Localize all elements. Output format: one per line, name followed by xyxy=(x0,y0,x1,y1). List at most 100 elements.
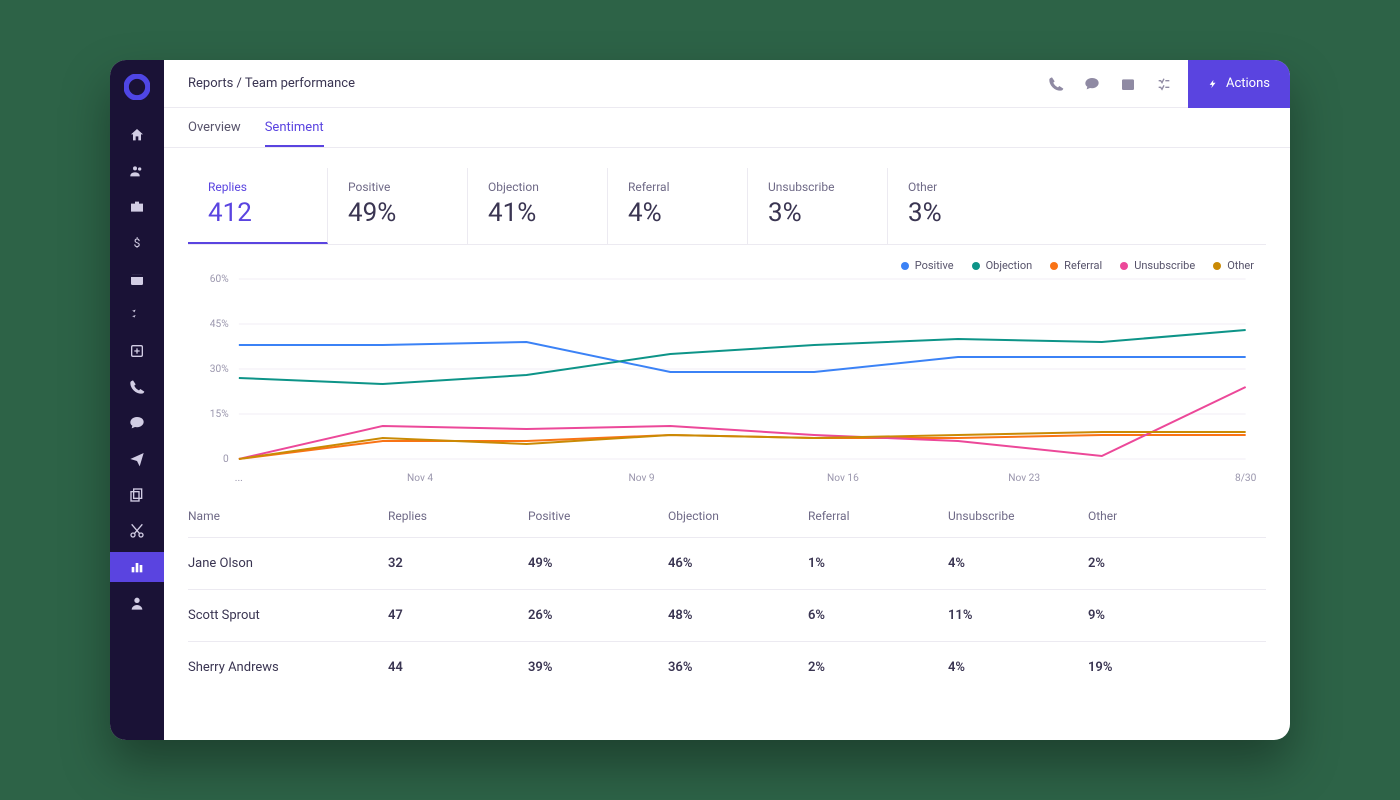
legend-other: Other xyxy=(1213,259,1254,272)
nav-send-icon[interactable] xyxy=(110,444,164,474)
sentiment-chart: Positive Objection Referral Unsubscribe … xyxy=(188,259,1266,489)
nav-phone-icon[interactable] xyxy=(110,372,164,402)
table-row[interactable]: Jane Olson3249%46%1%4%2% xyxy=(188,537,1266,589)
th-other: Other xyxy=(1088,509,1208,523)
nav-dollar-icon[interactable]: $ xyxy=(110,228,164,258)
actions-button[interactable]: Actions xyxy=(1188,60,1290,108)
cell-objection: 46% xyxy=(668,556,808,571)
dot-icon xyxy=(901,262,909,270)
cell-name: Sherry Andrews xyxy=(188,660,388,675)
legend-label: Other xyxy=(1227,259,1254,272)
nav-copy-icon[interactable] xyxy=(110,480,164,510)
stat-card-objection[interactable]: Objection 41% xyxy=(468,168,608,244)
stat-card-positive[interactable]: Positive 49% xyxy=(328,168,468,244)
th-unsubscribe: Unsubscribe xyxy=(948,509,1088,523)
tab-overview[interactable]: Overview xyxy=(188,120,241,147)
cell-unsubscribe: 4% xyxy=(948,556,1088,571)
cell-positive: 26% xyxy=(528,608,668,623)
nav-chat-icon[interactable] xyxy=(110,408,164,438)
cell-unsubscribe: 4% xyxy=(948,660,1088,675)
stat-card-unsubscribe[interactable]: Unsubscribe 3% xyxy=(748,168,888,244)
nav-add-icon[interactable] xyxy=(110,336,164,366)
legend-positive: Positive xyxy=(901,259,954,272)
cell-name: Scott Sprout xyxy=(188,608,388,623)
dot-icon xyxy=(1120,262,1128,270)
stat-label: Objection xyxy=(488,180,579,194)
stat-card-referral[interactable]: Referral 4% xyxy=(608,168,748,244)
legend-objection: Objection xyxy=(972,259,1033,272)
legend-label: Referral xyxy=(1064,259,1102,272)
chat-icon[interactable] xyxy=(1084,76,1100,92)
cell-replies: 47 xyxy=(388,608,528,623)
nav-tasks-icon[interactable] xyxy=(110,300,164,330)
cell-objection: 48% xyxy=(668,608,808,623)
cell-objection: 36% xyxy=(668,660,808,675)
svg-text:Nov 9: Nov 9 xyxy=(629,473,655,484)
cell-referral: 1% xyxy=(808,556,948,571)
th-referral: Referral xyxy=(808,509,948,523)
svg-text:Nov 16: Nov 16 xyxy=(827,473,859,484)
chart-svg: 015%30%45%60%...Nov 4Nov 9Nov 16Nov 238/… xyxy=(188,259,1266,489)
chart-legend: Positive Objection Referral Unsubscribe … xyxy=(901,259,1254,272)
app-frame: $ Reports / Team performance Actions xyxy=(110,60,1290,740)
stat-label: Unsubscribe xyxy=(768,180,859,194)
nav-people-icon[interactable] xyxy=(110,156,164,186)
cell-unsubscribe: 11% xyxy=(948,608,1088,623)
sidebar: $ xyxy=(110,60,164,740)
nav-briefcase-icon[interactable] xyxy=(110,192,164,222)
nav-cut-icon[interactable] xyxy=(110,516,164,546)
th-name: Name xyxy=(188,509,388,523)
table-header: Name Replies Positive Objection Referral… xyxy=(188,495,1266,537)
svg-text:Nov 4: Nov 4 xyxy=(407,473,433,484)
topbar-icons xyxy=(1048,76,1188,92)
legend-unsubscribe: Unsubscribe xyxy=(1120,259,1195,272)
legend-label: Positive xyxy=(915,259,954,272)
th-positive: Positive xyxy=(528,509,668,523)
bolt-icon xyxy=(1208,77,1218,91)
stat-card-other[interactable]: Other 3% xyxy=(888,168,1028,244)
stat-label: Replies xyxy=(208,180,299,194)
stat-value: 3% xyxy=(908,198,1000,228)
stat-cards: Replies 412 Positive 49% Objection 41% R… xyxy=(188,168,1266,245)
legend-label: Unsubscribe xyxy=(1134,259,1195,272)
legend-referral: Referral xyxy=(1050,259,1102,272)
svg-text:8/30: 8/30 xyxy=(1235,473,1257,484)
svg-text:60%: 60% xyxy=(210,274,229,285)
team-table: Name Replies Positive Objection Referral… xyxy=(188,495,1266,693)
svg-text:0: 0 xyxy=(223,454,229,465)
calendar-icon[interactable] xyxy=(1120,76,1136,92)
nav-calendar-icon[interactable] xyxy=(110,264,164,294)
app-logo xyxy=(124,74,150,100)
cell-positive: 49% xyxy=(528,556,668,571)
cell-referral: 2% xyxy=(808,660,948,675)
legend-label: Objection xyxy=(986,259,1033,272)
actions-label: Actions xyxy=(1226,76,1270,91)
svg-text:...: ... xyxy=(235,473,243,484)
stat-label: Other xyxy=(908,180,1000,194)
stat-value: 412 xyxy=(208,198,299,228)
table-row[interactable]: Sherry Andrews4439%36%2%4%19% xyxy=(188,641,1266,693)
cell-replies: 44 xyxy=(388,660,528,675)
stat-value: 49% xyxy=(348,198,439,228)
phone-icon[interactable] xyxy=(1048,76,1064,92)
svg-text:Nov 23: Nov 23 xyxy=(1008,473,1040,484)
content: Replies 412 Positive 49% Objection 41% R… xyxy=(164,148,1290,693)
stat-card-replies[interactable]: Replies 412 xyxy=(188,168,328,244)
dot-icon xyxy=(1050,262,1058,270)
stat-value: 41% xyxy=(488,198,579,228)
nav-profile-icon[interactable] xyxy=(110,588,164,618)
th-replies: Replies xyxy=(388,509,528,523)
stat-value: 4% xyxy=(628,198,719,228)
nav-reports-icon[interactable] xyxy=(110,552,164,582)
nav-home-icon[interactable] xyxy=(110,120,164,150)
dot-icon xyxy=(1213,262,1221,270)
sub-tabs: Overview Sentiment xyxy=(164,108,1290,148)
cell-referral: 6% xyxy=(808,608,948,623)
tab-sentiment[interactable]: Sentiment xyxy=(265,120,324,147)
cell-other: 9% xyxy=(1088,608,1208,623)
topbar: Reports / Team performance Actions xyxy=(164,60,1290,108)
cell-replies: 32 xyxy=(388,556,528,571)
dot-icon xyxy=(972,262,980,270)
table-row[interactable]: Scott Sprout4726%48%6%11%9% xyxy=(188,589,1266,641)
tasks-icon[interactable] xyxy=(1156,76,1172,92)
